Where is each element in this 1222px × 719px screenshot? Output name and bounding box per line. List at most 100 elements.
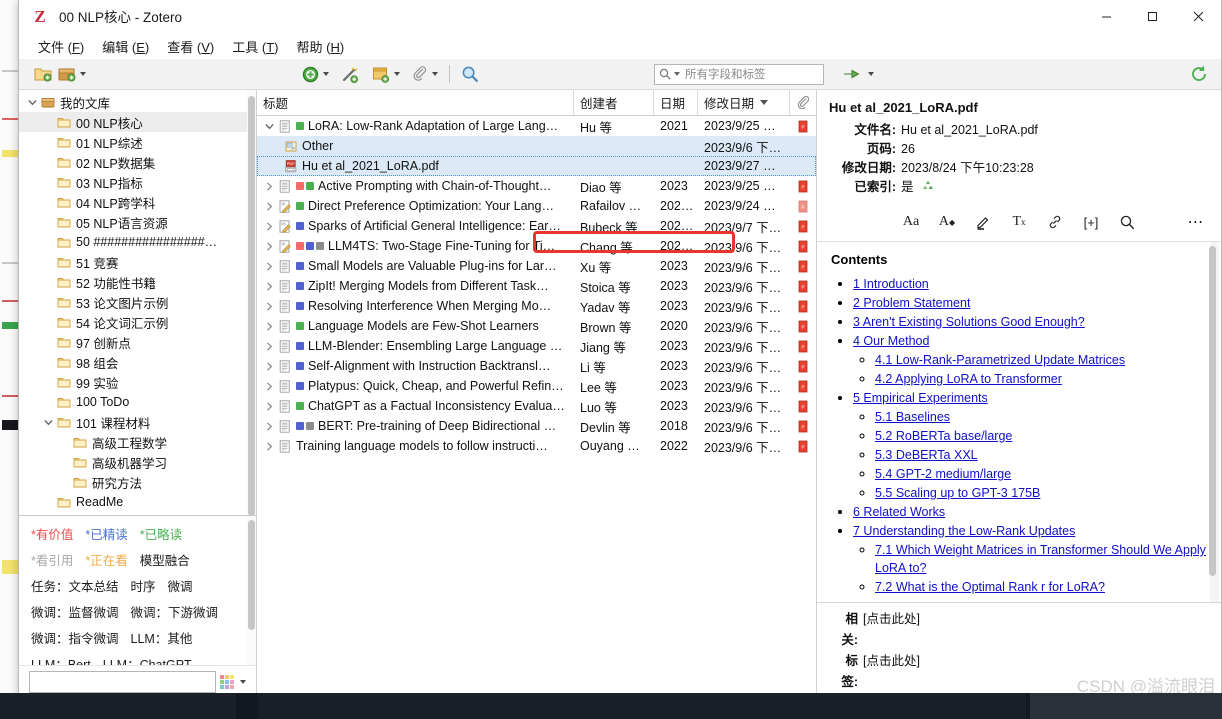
row-twisty[interactable] bbox=[261, 422, 277, 431]
toc-link[interactable]: 4.1 Low-Rank-Parametrized Update Matrice… bbox=[875, 353, 1125, 367]
column-header-title[interactable]: 标题 bbox=[257, 90, 574, 115]
toc-link[interactable]: 5.4 GPT-2 medium/large bbox=[875, 467, 1011, 481]
row-twisty[interactable] bbox=[261, 362, 277, 371]
row-twisty[interactable] bbox=[261, 222, 277, 231]
column-header-creator[interactable]: 创建者 bbox=[574, 90, 654, 115]
table-row[interactable]: ZipIt! Merging Models from Different Tas… bbox=[257, 276, 816, 296]
tag-item[interactable]: 模型融合 bbox=[140, 548, 190, 574]
collection-item[interactable]: 04 NLP跨学科 bbox=[19, 192, 256, 212]
collection-item[interactable]: 54 论文词汇示例 bbox=[19, 312, 256, 332]
toc-link[interactable]: 4 Our Method bbox=[853, 334, 929, 348]
field-filename-value[interactable]: Hu et al_2021_LoRA.pdf bbox=[901, 121, 1209, 140]
toc-link[interactable]: 6 Related Works bbox=[853, 505, 945, 519]
toc-link[interactable]: 7.1 Which Weight Matrices in Transformer… bbox=[875, 543, 1206, 575]
table-row[interactable]: LLM-Blender: Ensembling Large Language …… bbox=[257, 336, 816, 356]
collection-twisty[interactable] bbox=[25, 98, 39, 107]
toc-link[interactable]: 5 Empirical Experiments bbox=[853, 391, 988, 405]
new-library-button[interactable] bbox=[55, 62, 89, 86]
toc-link[interactable]: 5.1 Baselines bbox=[875, 410, 950, 424]
row-twisty[interactable] bbox=[261, 382, 277, 391]
collection-item[interactable]: 03 NLP指标 bbox=[19, 172, 256, 192]
table-row[interactable]: Language Models are Few-Shot Learners Bro… bbox=[257, 316, 816, 336]
table-row[interactable]: BERT: Pre-training of Deep Bidirectional… bbox=[257, 416, 816, 436]
insert-citation-icon[interactable]: [+] bbox=[1080, 211, 1102, 233]
locate-button[interactable] bbox=[840, 62, 877, 86]
toc-link[interactable]: 4.2 Applying LoRA to Transformer bbox=[875, 372, 1062, 386]
collection-twisty[interactable] bbox=[41, 418, 55, 427]
find-icon[interactable] bbox=[1116, 211, 1138, 233]
tags-value[interactable]: [点击此处] bbox=[863, 651, 920, 693]
table-row[interactable]: Sparks of Artificial General Intelligenc… bbox=[257, 216, 816, 236]
table-row[interactable]: Resolving Interference When Merging Mo… Y… bbox=[257, 296, 816, 316]
search-input[interactable]: 所有字段和标签 bbox=[654, 63, 824, 85]
menu-help[interactable]: 帮助 (H) bbox=[288, 34, 354, 59]
table-row[interactable]: ChatGPT as a Factual Inconsistency Evalu… bbox=[257, 396, 816, 416]
search-scope-caret-icon[interactable] bbox=[674, 72, 680, 76]
toc-link[interactable]: 5.3 DeBERTa XXL bbox=[875, 448, 978, 462]
collection-item[interactable]: 02 NLP数据集 bbox=[19, 152, 256, 172]
collections-scrollbar[interactable] bbox=[247, 90, 256, 515]
tag-item[interactable]: LLM：Bert bbox=[31, 652, 91, 665]
advanced-search-button[interactable] bbox=[458, 62, 482, 86]
row-twisty[interactable] bbox=[261, 202, 277, 211]
toc-link[interactable]: 1 Introduction bbox=[853, 277, 929, 291]
highlight-color-icon[interactable]: A ◆ bbox=[936, 211, 958, 233]
new-note-button[interactable] bbox=[369, 62, 403, 86]
tag-filter-input[interactable] bbox=[29, 670, 216, 693]
menu-view[interactable]: 查看 (V) bbox=[158, 34, 223, 59]
menu-file[interactable]: 文件 (F) bbox=[29, 34, 93, 59]
tag-item[interactable]: LLM：ChatGPT bbox=[103, 652, 192, 665]
tag-item[interactable]: 微调：下游微调 bbox=[131, 600, 219, 626]
table-row[interactable]: Self-Alignment with Instruction Backtran… bbox=[257, 356, 816, 376]
clear-formatting-icon[interactable]: Tx bbox=[1008, 211, 1030, 233]
table-row[interactable]: Small Models are Valuable Plug-ins for L… bbox=[257, 256, 816, 276]
row-twisty[interactable] bbox=[261, 302, 277, 311]
row-twisty[interactable] bbox=[261, 322, 277, 331]
column-header-attachment[interactable] bbox=[790, 90, 816, 115]
collection-item[interactable]: 高级工程数学 bbox=[19, 432, 256, 452]
table-row[interactable]: Training language models to follow instr… bbox=[257, 436, 816, 456]
more-options-icon[interactable]: ⋯ bbox=[1185, 211, 1207, 233]
new-collection-button[interactable] bbox=[31, 62, 55, 86]
tag-item[interactable]: *正在看 bbox=[85, 548, 127, 574]
collection-item[interactable]: 高级机器学习 bbox=[19, 452, 256, 472]
collections-tree[interactable]: 我的文库 00 NLP核心 01 NLP综述 02 NLP数据集 03 NLP指标 04 … bbox=[19, 90, 256, 515]
table-row[interactable]: Platypus: Quick, Cheap, and Powerful Ref… bbox=[257, 376, 816, 396]
highlight-text-icon[interactable] bbox=[972, 211, 994, 233]
row-twisty[interactable] bbox=[261, 442, 277, 451]
tag-item[interactable]: *看引用 bbox=[31, 548, 73, 574]
toc-link[interactable]: 7.2 What is the Optimal Rank r for LoRA? bbox=[875, 580, 1105, 594]
row-twisty[interactable] bbox=[261, 402, 277, 411]
toc-link[interactable]: 5.2 RoBERTa base/large bbox=[875, 429, 1012, 443]
link-icon[interactable] bbox=[1044, 211, 1066, 233]
collection-item[interactable]: 101 课程材料 bbox=[19, 412, 256, 432]
items-list[interactable]: LoRA: Low-Rank Adaptation of Large Lang…… bbox=[257, 116, 816, 699]
maximize-button[interactable] bbox=[1129, 0, 1175, 33]
related-value[interactable]: [点击此处] bbox=[863, 609, 920, 651]
collection-item[interactable]: 51 竞赛 bbox=[19, 252, 256, 272]
tag-selector-scrollbar-thumb[interactable] bbox=[248, 520, 255, 630]
collection-item[interactable]: 97 创新点 bbox=[19, 332, 256, 352]
note-scrollbar-thumb[interactable] bbox=[1209, 246, 1216, 576]
tag-colors-button[interactable] bbox=[220, 671, 250, 693]
collection-item[interactable]: ReadMe bbox=[19, 492, 256, 512]
toc-link[interactable]: 3 Aren't Existing Solutions Good Enough? bbox=[853, 315, 1085, 329]
collection-item[interactable]: 50 ################… bbox=[19, 232, 256, 252]
row-twisty[interactable] bbox=[261, 182, 277, 191]
tag-selector[interactable]: *有价值 *已精读 *已略读 *看引用 *正在看 模型融合任务：文本总结 时序 微调微调：监督… bbox=[19, 515, 256, 665]
tag-item[interactable]: 微调：指令微调 bbox=[31, 626, 119, 652]
collection-item[interactable]: 100 ToDo bbox=[19, 392, 256, 412]
row-twisty[interactable] bbox=[261, 122, 277, 131]
collection-item[interactable]: 05 NLP语言资源 bbox=[19, 212, 256, 232]
collection-item[interactable]: 研究方法 bbox=[19, 472, 256, 492]
menu-tools[interactable]: 工具 (T) bbox=[223, 34, 287, 59]
menu-edit[interactable]: 编辑 (E) bbox=[93, 34, 158, 59]
tag-item[interactable]: *已精读 bbox=[85, 522, 127, 548]
add-by-identifier-button[interactable] bbox=[338, 62, 363, 86]
toc-link[interactable]: 7 Understanding the Low-Rank Updates bbox=[853, 524, 1075, 538]
column-header-date[interactable]: 日期 bbox=[654, 90, 698, 115]
table-row[interactable]: LoRA: Low-Rank Adaptation of Large Lang…… bbox=[257, 116, 816, 136]
collection-item[interactable]: 01 NLP综述 bbox=[19, 132, 256, 152]
table-row[interactable]: PDF Hu et al_2021_LoRA.pdf 2023/9/27 … bbox=[257, 156, 816, 176]
tag-item[interactable]: *已略读 bbox=[140, 522, 182, 548]
